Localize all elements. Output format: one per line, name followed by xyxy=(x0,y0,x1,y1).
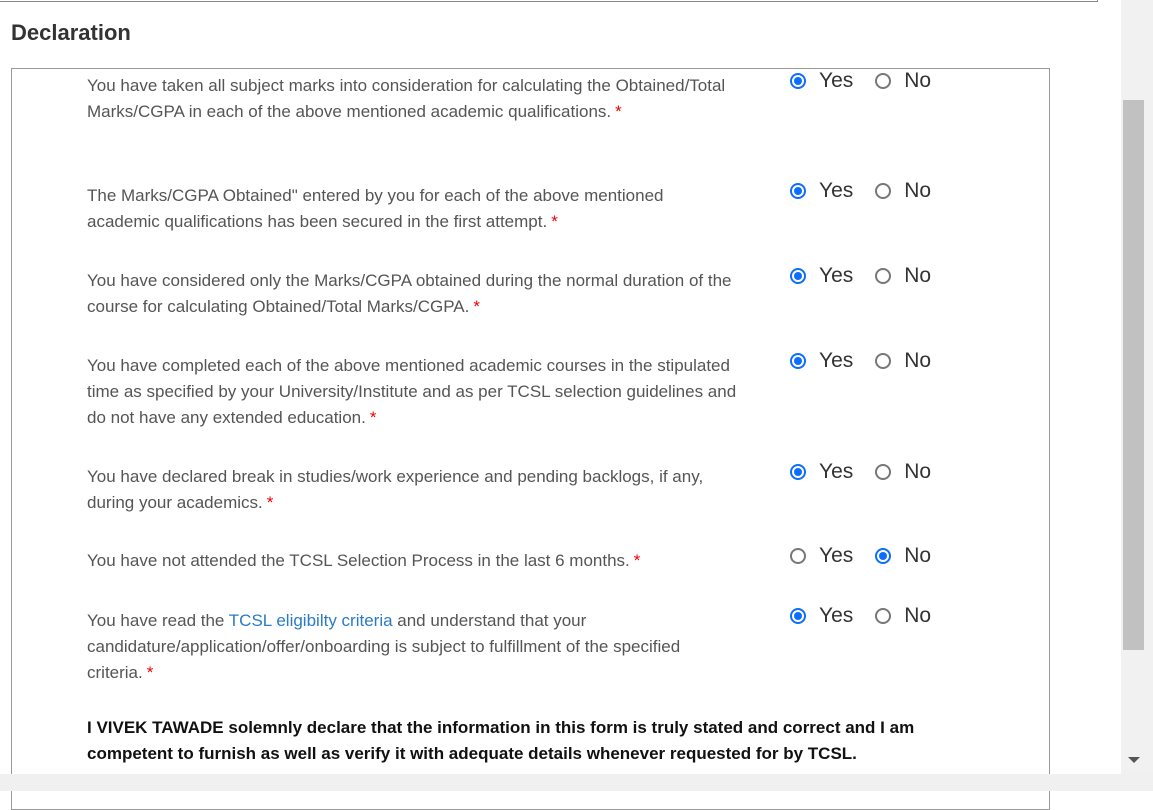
yes-no-radio-group: Yes No xyxy=(790,179,953,203)
yes-label: Yes xyxy=(819,349,854,372)
option-no[interactable]: No xyxy=(875,349,931,373)
question-text: You have declared break in studies/work … xyxy=(87,467,704,512)
radio-yes[interactable] xyxy=(790,73,806,89)
radio-yes[interactable] xyxy=(790,464,806,480)
required-marker: * xyxy=(369,408,377,427)
vertical-scrollbar[interactable] xyxy=(1121,0,1153,774)
question-text: You have completed each of the above men… xyxy=(87,356,737,427)
question-text: You have taken all subject marks into co… xyxy=(87,76,726,121)
option-yes[interactable]: Yes xyxy=(790,460,853,484)
yes-label: Yes xyxy=(819,264,854,287)
option-yes[interactable]: Yes xyxy=(790,604,853,628)
yes-no-radio-group: Yes No xyxy=(790,604,953,628)
option-yes[interactable]: Yes xyxy=(790,544,853,568)
yes-label: Yes xyxy=(819,179,854,202)
scroll-down-arrow-icon[interactable] xyxy=(1128,757,1140,763)
bottom-bar xyxy=(0,774,1153,791)
required-marker: * xyxy=(551,212,558,231)
question-label: You have declared break in studies/work … xyxy=(87,464,737,516)
yes-no-radio-group: Yes No xyxy=(790,264,953,288)
question-text: You have read the xyxy=(87,611,229,630)
no-label: No xyxy=(904,460,932,483)
option-yes[interactable]: Yes xyxy=(790,179,853,203)
required-marker: * xyxy=(633,551,641,570)
eligibility-criteria-link[interactable]: TCSL eligibilty criteria xyxy=(229,611,393,630)
option-no[interactable]: No xyxy=(875,460,931,484)
required-marker: * xyxy=(473,297,480,316)
option-no[interactable]: No xyxy=(875,264,931,288)
radio-yes[interactable] xyxy=(790,608,806,624)
yes-no-radio-group: Yes No xyxy=(790,460,953,484)
question-label: You have considered only the Marks/CGPA … xyxy=(87,268,737,320)
no-label: No xyxy=(904,349,932,372)
yes-label: Yes xyxy=(819,460,854,483)
question-text: You have considered only the Marks/CGPA … xyxy=(87,271,732,316)
no-label: No xyxy=(904,544,932,567)
question-text: You have not attended the TCSL Selection… xyxy=(87,551,630,570)
no-label: No xyxy=(904,69,932,92)
radio-no[interactable] xyxy=(875,268,892,284)
option-no[interactable]: No xyxy=(875,179,931,203)
option-yes[interactable]: Yes xyxy=(790,264,853,288)
question-text: The Marks/CGPA Obtained" entered by you … xyxy=(87,186,664,231)
option-no[interactable]: No xyxy=(875,544,931,568)
no-label: No xyxy=(904,179,932,202)
no-label: No xyxy=(904,264,932,287)
question-label: The Marks/CGPA Obtained" entered by you … xyxy=(87,183,737,235)
section-title: Declaration xyxy=(11,20,131,45)
yes-no-radio-group: Yes No xyxy=(790,544,953,568)
yes-no-radio-group: Yes No xyxy=(790,349,953,373)
yes-label: Yes xyxy=(819,544,854,567)
option-no[interactable]: No xyxy=(875,69,931,93)
option-yes[interactable]: Yes xyxy=(790,69,853,93)
yes-label: Yes xyxy=(819,69,854,92)
question-label: You have not attended the TCSL Selection… xyxy=(87,548,737,574)
yes-no-radio-group: Yes No xyxy=(790,69,953,93)
radio-no[interactable] xyxy=(875,608,892,624)
radio-yes[interactable] xyxy=(790,268,806,284)
question-label: You have completed each of the above men… xyxy=(87,353,737,431)
radio-no[interactable] xyxy=(875,548,892,564)
radio-no[interactable] xyxy=(875,464,892,480)
no-label: No xyxy=(904,604,932,627)
required-marker: * xyxy=(146,663,154,682)
required-marker: * xyxy=(266,493,274,512)
radio-yes[interactable] xyxy=(790,183,806,199)
option-yes[interactable]: Yes xyxy=(790,349,853,373)
radio-yes[interactable] xyxy=(790,548,806,564)
question-label: You have taken all subject marks into co… xyxy=(87,73,737,125)
radio-no[interactable] xyxy=(875,183,892,199)
yes-label: Yes xyxy=(819,604,854,627)
question-label: You have read the TCSL eligibilty criter… xyxy=(87,608,737,686)
radio-no[interactable] xyxy=(875,73,892,89)
required-marker: * xyxy=(615,102,622,121)
radio-yes[interactable] xyxy=(790,353,806,369)
radio-no[interactable] xyxy=(875,353,892,369)
declaration-statement: I VIVEK TAWADE solemnly declare that the… xyxy=(87,718,915,763)
previous-section-border xyxy=(0,0,1098,2)
scrollbar-thumb[interactable] xyxy=(1123,100,1144,650)
option-no[interactable]: No xyxy=(875,604,931,628)
